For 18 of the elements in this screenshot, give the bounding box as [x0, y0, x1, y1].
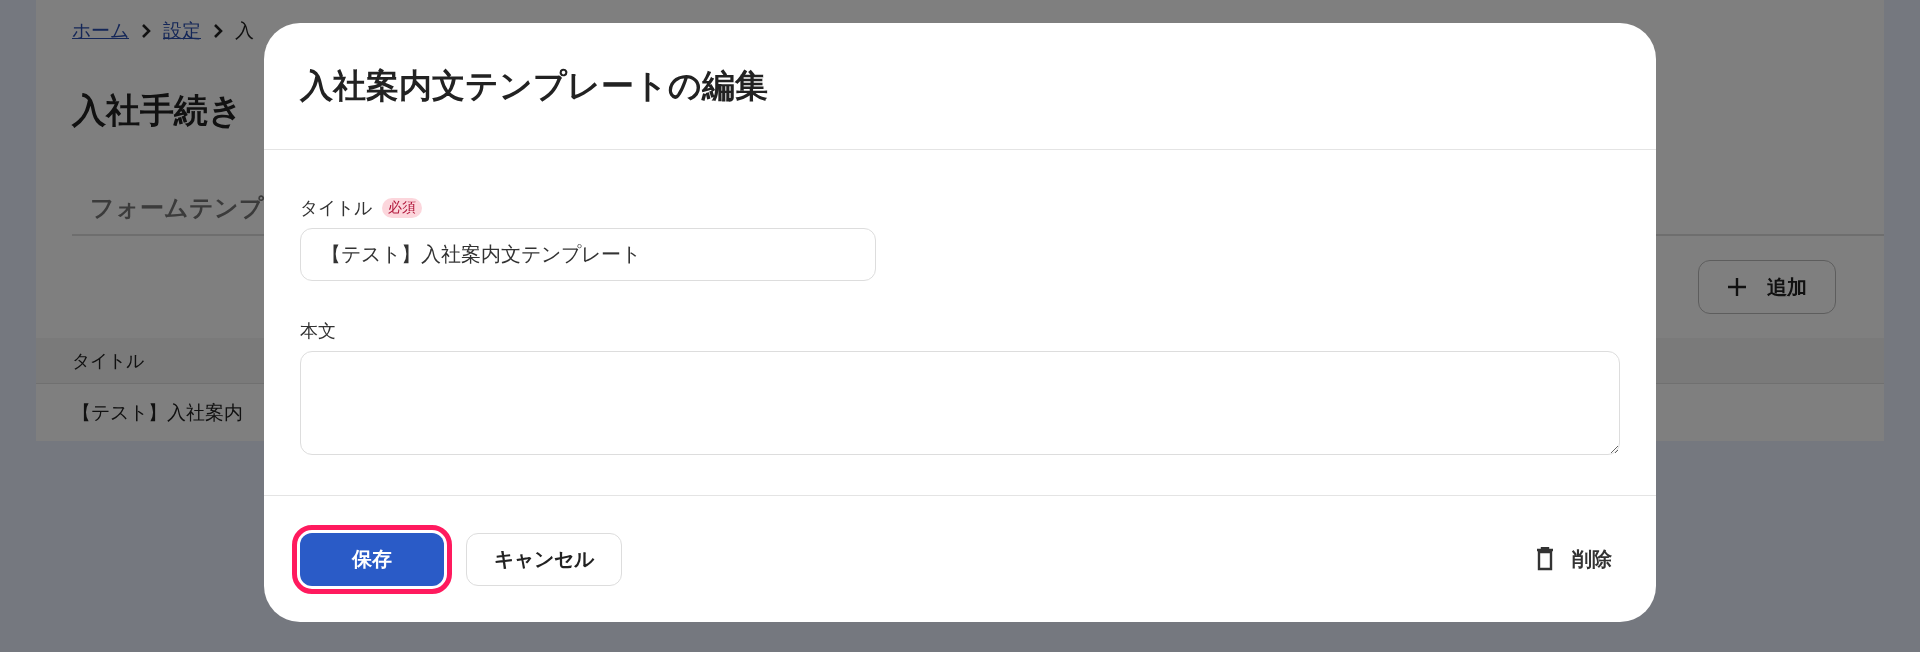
breadcrumb-link[interactable]: 設定 — [163, 18, 201, 44]
field-label: 本文 — [300, 319, 336, 343]
breadcrumb-current: 入 — [235, 18, 254, 43]
modal-title: 入社案内文テンプレートの編集 — [300, 64, 768, 107]
required-badge: 必須 — [382, 198, 422, 218]
plus-icon — [1727, 277, 1747, 297]
table-cell-text: 【テスト】入社案内 — [72, 400, 243, 425]
chevron-icon — [141, 23, 151, 39]
add-button[interactable]: 追加 — [1698, 260, 1836, 314]
breadcrumb-link[interactable]: ホーム — [72, 18, 129, 44]
delete-button[interactable]: 削除 — [1536, 532, 1612, 586]
page-title: 入社手続き — [72, 89, 243, 132]
trash-icon — [1536, 547, 1554, 571]
field-label: タイトル — [300, 196, 372, 220]
column-header: タイトル — [72, 348, 144, 373]
cancel-button[interactable]: キャンセル — [466, 532, 622, 586]
chevron-icon — [213, 23, 223, 39]
title-input[interactable]: 【テスト】入社案内文テンプレート — [300, 228, 876, 281]
